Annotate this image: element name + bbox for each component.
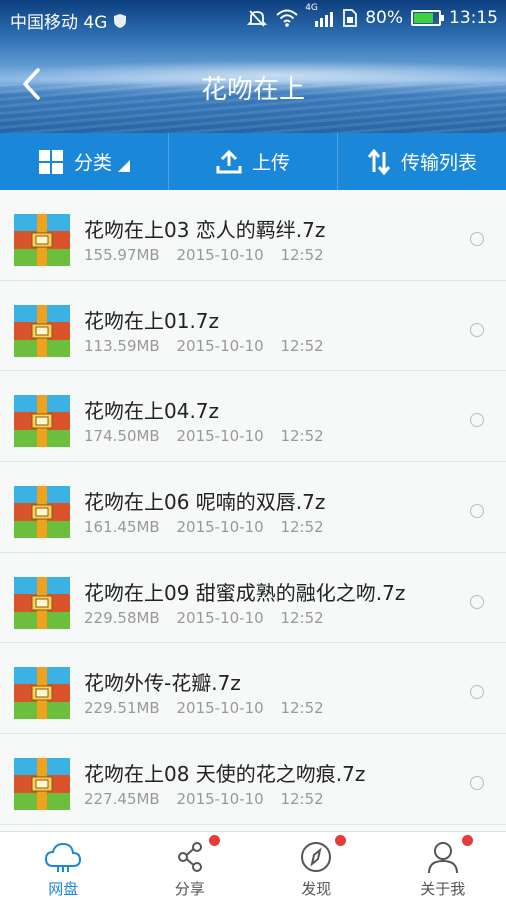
file-name: 花吻在上09 甜蜜成熟的融化之吻.7z: [84, 580, 406, 605]
tab-discover[interactable]: 发现: [253, 832, 380, 900]
transfer-arrows-icon: [367, 148, 391, 175]
file-name: 花吻在上01.7z: [84, 308, 220, 333]
upload-button[interactable]: 上传: [169, 133, 338, 190]
category-button[interactable]: 分类: [0, 133, 169, 190]
file-date: 2015-10-10: [176, 790, 264, 809]
compass-icon: [301, 842, 332, 872]
file-date: 2015-10-10: [176, 427, 264, 446]
list-item[interactable]: 花吻在上06 呢喃的双唇.7z 161.45MB 2015-10-10 12:5…: [0, 462, 506, 553]
status-bar: 中国移动 4G 4G 80% 13:15: [0, 0, 506, 36]
archive-icon: [14, 758, 70, 811]
file-date: 2015-10-10: [176, 518, 264, 537]
list-item[interactable]: 花吻在上04.7z 174.50MB 2015-10-10 12:52: [0, 371, 506, 463]
file-size: 229.58MB: [84, 608, 160, 627]
carrier-label: 中国移动 4G: [10, 13, 108, 33]
sim-icon: [343, 9, 358, 27]
notification-badge: [461, 835, 473, 846]
grid-icon: [38, 149, 63, 174]
network-type-label: 4G: [305, 3, 318, 13]
wifi-icon: [276, 9, 298, 27]
list-item[interactable]: 花吻在上03 恋人的羁绊.7z 155.97MB 2015-10-10 12:5…: [0, 190, 506, 281]
file-date: 2015-10-10: [176, 336, 264, 355]
header: 中国移动 4G 4G 80% 13:15 花吻在上: [0, 0, 506, 133]
file-size: 227.45MB: [84, 790, 160, 809]
list-item[interactable]: 花吻外传-花瓣.7z 229.51MB 2015-10-10 12:52: [0, 643, 506, 735]
transfer-list-button[interactable]: 传输列表: [338, 133, 506, 190]
list-item[interactable]: 花吻在上09 甜蜜成熟的融化之吻.7z 229.58MB 2015-10-10 …: [0, 553, 506, 644]
category-label: 分类: [73, 152, 112, 174]
user-icon: [427, 842, 458, 874]
tab-cloud-drive[interactable]: 网盘: [0, 832, 127, 900]
file-meta: 229.51MB 2015-10-10 12:52: [84, 699, 336, 717]
file-size: 174.50MB: [84, 427, 160, 446]
list-item[interactable]: 花吻在上08 天使的花之吻痕.7z 227.45MB 2015-10-10 12…: [0, 734, 506, 825]
select-radio[interactable]: [470, 232, 484, 246]
mute-icon: [247, 10, 268, 27]
cloud-icon: [45, 842, 82, 872]
archive-icon: [14, 576, 70, 629]
tab-bar: 网盘 分享 发现 关于我: [0, 831, 506, 900]
file-time: 12:52: [280, 336, 324, 355]
tab-share[interactable]: 分享: [127, 832, 254, 900]
notification-badge: [208, 835, 220, 846]
file-name: 花吻在上03 恋人的羁绊.7z: [84, 218, 326, 242]
archive-icon: [14, 486, 70, 539]
tab-label: 发现: [301, 880, 332, 898]
file-name: 花吻在上06 呢喃的双唇.7z: [84, 490, 326, 515]
file-size: 161.45MB: [84, 518, 160, 537]
file-time: 12:52: [280, 246, 324, 264]
shield-icon: [114, 13, 127, 28]
select-radio[interactable]: [470, 776, 484, 791]
nav-bar: 花吻在上: [0, 36, 506, 133]
file-name: 花吻在上08 天使的花之吻痕.7z: [84, 762, 366, 787]
file-date: 2015-10-10: [176, 699, 264, 718]
upload-icon: [216, 149, 242, 173]
toolbar: 分类 上传 传输列表: [0, 133, 506, 190]
notification-badge: [335, 835, 347, 846]
select-radio[interactable]: [470, 685, 484, 700]
file-meta: 174.50MB 2015-10-10 12:52: [84, 427, 336, 445]
select-radio[interactable]: [470, 594, 484, 609]
file-size: 113.59MB: [84, 336, 160, 355]
battery-percent: 80%: [365, 8, 403, 28]
battery-icon: [411, 10, 444, 26]
file-meta: 155.97MB 2015-10-10 12:52: [84, 246, 336, 264]
signal-icon: 4G: [305, 3, 334, 27]
file-list: 花吻在上03 恋人的羁绊.7z 155.97MB 2015-10-10 12:5…: [0, 190, 506, 831]
file-meta: 113.59MB 2015-10-10 12:52: [84, 337, 336, 355]
file-date: 2015-10-10: [176, 246, 264, 264]
file-size: 155.97MB: [84, 246, 160, 264]
tab-about-me[interactable]: 关于我: [380, 832, 506, 900]
select-radio[interactable]: [470, 413, 484, 428]
file-time: 12:52: [280, 427, 324, 446]
file-time: 12:52: [280, 518, 324, 537]
clock: 13:15: [449, 8, 498, 28]
tab-label: 网盘: [48, 880, 79, 898]
transfer-list-label: 传输列表: [400, 152, 477, 174]
select-radio[interactable]: [470, 504, 484, 519]
file-meta: 229.58MB 2015-10-10 12:52: [84, 609, 336, 627]
file-name: 花吻外传-花瓣.7z: [84, 671, 241, 696]
archive-icon: [14, 304, 70, 357]
archive-icon: [14, 395, 70, 448]
file-meta: 161.45MB 2015-10-10 12:52: [84, 518, 336, 536]
file-date: 2015-10-10: [176, 608, 264, 627]
file-time: 12:52: [280, 699, 324, 718]
tab-label: 关于我: [420, 880, 466, 898]
file-name: 花吻在上04.7z: [84, 399, 220, 424]
tab-label: 分享: [174, 880, 205, 898]
archive-icon: [14, 214, 70, 266]
file-meta: 227.45MB 2015-10-10 12:52: [84, 790, 336, 808]
select-radio[interactable]: [470, 322, 484, 337]
file-time: 12:52: [280, 608, 324, 627]
archive-icon: [14, 667, 70, 720]
page-title: 花吻在上: [200, 75, 305, 105]
file-time: 12:52: [280, 790, 324, 809]
share-icon: [177, 842, 202, 872]
file-size: 229.51MB: [84, 699, 160, 718]
list-item[interactable]: 花吻在上01.7z 113.59MB 2015-10-10 12:52: [0, 281, 506, 372]
upload-label: 上传: [251, 152, 290, 174]
dropdown-triangle-icon: [118, 159, 130, 172]
